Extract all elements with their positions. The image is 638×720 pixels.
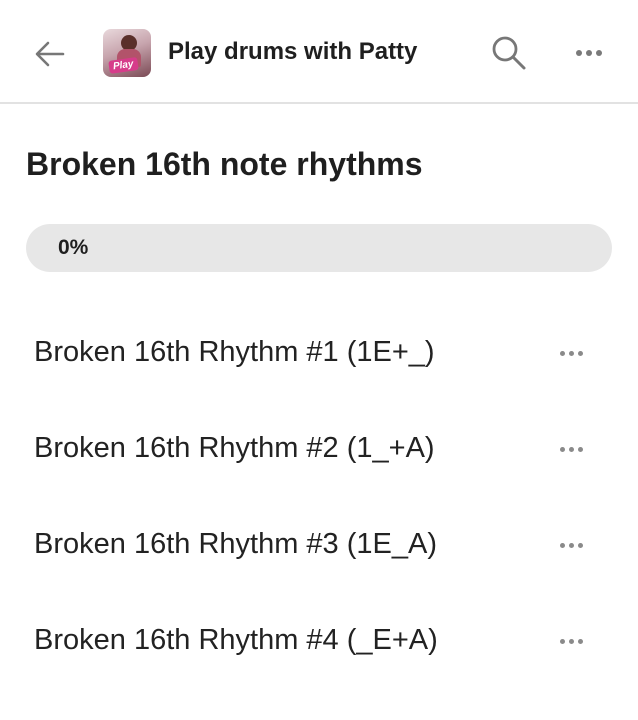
- progress-label: 0%: [58, 236, 89, 259]
- lesson-item-2[interactable]: Broken 16th Rhythm #2 (1_+A): [0, 400, 638, 496]
- more-horizontal-icon: [559, 350, 583, 356]
- search-icon: [492, 36, 526, 70]
- channel-avatar[interactable]: Play: [103, 29, 151, 77]
- lesson-more-button[interactable]: [548, 330, 594, 376]
- lesson-more-button[interactable]: [548, 426, 594, 472]
- lesson-item-1[interactable]: Broken 16th Rhythm #1 (1E+_): [0, 304, 638, 400]
- header-bar: Play Play drums with Patty: [0, 0, 638, 104]
- lesson-label: Broken 16th Rhythm #1 (1E+_): [34, 336, 435, 368]
- more-horizontal-icon: [559, 542, 583, 548]
- playlist-title: Broken 16th note rhythms: [26, 146, 423, 182]
- channel-title[interactable]: Play drums with Patty: [168, 36, 417, 68]
- more-horizontal-icon: [576, 50, 602, 56]
- back-button[interactable]: [24, 28, 76, 80]
- lesson-label: Broken 16th Rhythm #3 (1E_A): [34, 528, 437, 560]
- arrow-left-icon: [35, 41, 65, 67]
- lesson-item-3[interactable]: Broken 16th Rhythm #3 (1E_A): [0, 496, 638, 592]
- more-options-button[interactable]: [566, 30, 612, 76]
- app-screen: Play Play drums with Patty Broken 16th n…: [0, 0, 638, 720]
- avatar-play-stamp: Play: [108, 57, 139, 74]
- search-button[interactable]: [486, 30, 532, 76]
- playlist-progress-bar: 0%: [26, 224, 612, 272]
- lesson-list: Broken 16th Rhythm #1 (1E+_) Broken 16th…: [0, 304, 638, 688]
- lesson-more-button[interactable]: [548, 618, 594, 664]
- lesson-label: Broken 16th Rhythm #2 (1_+A): [34, 432, 435, 464]
- lesson-label: Broken 16th Rhythm #4 (_E+A): [34, 624, 438, 656]
- lesson-item-4[interactable]: Broken 16th Rhythm #4 (_E+A): [0, 592, 638, 688]
- more-horizontal-icon: [559, 446, 583, 452]
- lesson-more-button[interactable]: [548, 522, 594, 568]
- more-horizontal-icon: [559, 638, 583, 644]
